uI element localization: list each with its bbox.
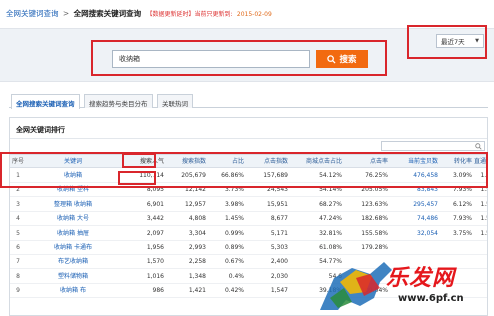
cell-search-index: 2,258: [188, 258, 206, 266]
cell-search-index: 2,993: [188, 244, 206, 251]
panel-divider: [10, 138, 487, 139]
search-icon: [327, 54, 337, 64]
cell-conversion: 6.12%: [452, 200, 472, 208]
chevron-down-icon: ▼: [475, 38, 479, 44]
table-row: 4 收纳箱 大号 3,442 4,808 1.45% 8,677 47.24% 182.68%…: [10, 212, 487, 227]
cell-click-index: 1,547: [270, 287, 288, 295]
cell-rank: 3: [16, 200, 20, 208]
cell-item-count[interactable]: 295,457: [392, 198, 438, 211]
cell-rank: 6: [16, 244, 20, 251]
cell-keyword[interactable]: 收纳箱 大号: [40, 212, 106, 225]
breadcrumb-current: 全网搜索关键词查询: [73, 9, 142, 18]
tab-trend-category[interactable]: 搜索趋势与类目分布: [84, 94, 153, 108]
cell-click-rate: 155.58%: [361, 229, 388, 237]
tab-keyword-query[interactable]: 全网搜索关键词查询: [11, 94, 80, 109]
cell-click-index: 15,951: [267, 200, 288, 208]
popularity-value-highlight-box: [118, 171, 156, 185]
table-filter-input[interactable]: [381, 141, 485, 151]
cell-item-count[interactable]: 32,054: [392, 227, 438, 240]
cell-share: 0.99%: [224, 229, 244, 237]
cell-rank: 5: [16, 229, 20, 237]
cell-rank: 8: [16, 272, 20, 280]
update-date: 2015-02-09: [236, 11, 272, 18]
cell-keyword[interactable]: 布艺收纳箱: [40, 255, 106, 268]
cell-share: 1.45%: [224, 215, 244, 223]
cell-conversion: 7.93%: [452, 215, 472, 223]
cell-mall-click-share: 32.81%: [319, 229, 342, 237]
cell-popularity: 1,016: [146, 272, 164, 280]
cell-search-index: 3,304: [188, 229, 206, 237]
update-delay-note: 【数据更新延时】当前只更新到:: [146, 11, 233, 18]
cell-popularity: 1,956: [146, 244, 164, 251]
cell-rank: 4: [16, 215, 20, 223]
cell-click-rate: 123.63%: [361, 200, 388, 208]
date-range-value: 最近7天: [441, 38, 465, 46]
cell-share: 3.98%: [224, 200, 244, 208]
cell-share: 0.89%: [224, 244, 244, 251]
cell-keyword[interactable]: 整理箱 收纳箱: [40, 198, 106, 211]
cell-ztc: 1.5: [480, 215, 487, 223]
cell-rank: 7: [16, 258, 20, 266]
cell-search-index: 12,957: [185, 200, 206, 208]
tab-bar: 全网搜索关键词查询 搜索趋势与类目分布 关联热词: [9, 94, 488, 109]
table-row: 3 整理箱 收纳箱 6,901 12,957 3.98% 15,951 68.27% 123.…: [10, 198, 487, 212]
table-row: 5 收纳箱 抽屉 2,097 3,304 0.99% 5,171 32.81% 155.58%…: [10, 227, 487, 241]
cell-popularity: 1,570: [146, 258, 164, 266]
cell-click-index: 2,400: [270, 258, 288, 266]
cell-click-index: 5,171: [270, 229, 288, 237]
row1-highlight-box: [0, 152, 488, 188]
cell-popularity: 2,097: [146, 229, 164, 237]
date-range-select[interactable]: 最近7天 ▼: [436, 34, 484, 48]
cell-mall-click-share: 68.27%: [319, 200, 342, 208]
breadcrumb-root-link[interactable]: 全网关键词查询: [6, 9, 59, 18]
cell-click-index: 2,030: [270, 272, 288, 280]
cell-keyword[interactable]: 收纳箱 抽屉: [40, 227, 106, 240]
cell-popularity: 6,901: [146, 200, 164, 208]
cell-share: 0.4%: [228, 272, 244, 280]
breadcrumb: 全网关键词查询 > 全网搜索关键词查询 【数据更新延时】当前只更新到: 2015…: [6, 8, 272, 20]
cell-share: 0.67%: [224, 258, 244, 266]
cell-conversion: 3.75%: [452, 229, 472, 237]
watermark-site-url: www.6pf.cn: [398, 293, 464, 304]
cell-keyword[interactable]: 收纳箱 布: [40, 284, 106, 297]
cell-keyword[interactable]: 收纳箱 卡通布: [40, 241, 106, 254]
panel-title: 全网关键词排行: [16, 126, 65, 134]
cell-popularity: 986: [152, 287, 164, 295]
cell-search-index: 1,421: [188, 287, 206, 295]
cell-search-index: 1,348: [188, 272, 206, 280]
cell-click-rate: 182.68%: [361, 215, 388, 223]
cell-ztc: 1.5: [480, 200, 487, 208]
watermark-logo-text: 乐发网: [386, 266, 456, 291]
cell-ztc: 1.5: [480, 229, 487, 237]
cell-share: 0.42%: [224, 287, 244, 295]
cell-popularity: 3,442: [146, 215, 164, 223]
cell-rank: 9: [16, 287, 20, 295]
keyword-search-input[interactable]: 收纳箱: [112, 50, 310, 68]
tab-related-hotwords[interactable]: 关联热词: [157, 94, 193, 108]
breadcrumb-separator: >: [62, 9, 70, 18]
search-button[interactable]: 搜索: [316, 50, 368, 68]
popularity-header-highlight-box: [122, 153, 156, 168]
search-icon: [475, 143, 482, 150]
cell-mall-click-share: 47.24%: [319, 215, 342, 223]
search-button-label: 搜索: [339, 55, 357, 65]
cell-item-count[interactable]: 74,486: [392, 212, 438, 225]
cell-click-index: 8,677: [270, 215, 288, 223]
cell-click-index: 5,303: [270, 244, 288, 251]
cell-search-index: 4,808: [188, 215, 206, 223]
cell-keyword[interactable]: 塑料储物箱: [40, 270, 106, 283]
